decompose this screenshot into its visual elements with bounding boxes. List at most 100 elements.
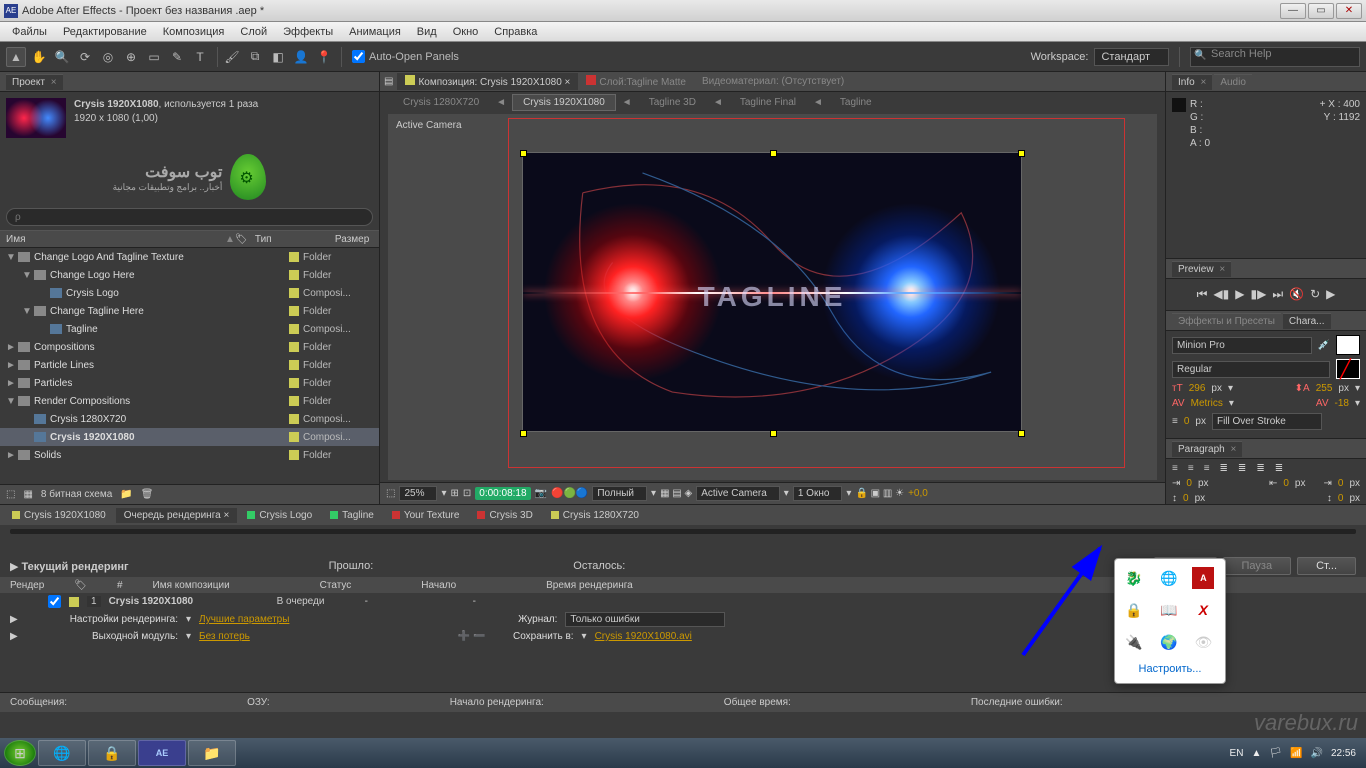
tree-row[interactable]: ▼Change Tagline HereFolder <box>0 302 379 320</box>
camera-tool[interactable]: ◎ <box>98 47 118 67</box>
clock[interactable]: 22:56 <box>1331 748 1356 759</box>
minimize-button[interactable]: — <box>1280 3 1306 19</box>
clone-tool[interactable]: ⧉ <box>245 47 265 67</box>
menu-window[interactable]: Окно <box>445 24 487 40</box>
next-frame-button[interactable]: ▮▶ <box>1250 287 1266 302</box>
tray-icon-4[interactable]: 🔒 <box>1123 599 1145 621</box>
menu-layer[interactable]: Слой <box>232 24 275 40</box>
justify-right-button[interactable]: ≣ <box>1256 463 1264 474</box>
prev-frame-button[interactable]: ◀▮ <box>1213 287 1229 302</box>
tray-icon-1[interactable]: 🐉 <box>1123 567 1145 589</box>
start-button[interactable]: ⊞ <box>4 740 36 766</box>
network-icon[interactable]: 📶 <box>1290 748 1302 759</box>
delete-icon[interactable]: 🗑 <box>141 489 154 500</box>
pause-button[interactable]: Пауза <box>1223 557 1292 575</box>
eraser-tool[interactable]: ◧ <box>268 47 288 67</box>
menu-animation[interactable]: Анимация <box>341 24 409 40</box>
info-tab[interactable]: Info × <box>1172 74 1212 90</box>
configure-link[interactable]: Настроить... <box>1123 663 1217 675</box>
search-help-input[interactable]: Search Help <box>1190 47 1360 67</box>
render-settings-link[interactable]: Лучшие параметры <box>199 614 289 625</box>
justify-center-button[interactable]: ≣ <box>1238 463 1246 474</box>
taskbar-explorer[interactable]: 📁 <box>188 740 236 766</box>
puppet-tool[interactable]: 📍 <box>314 47 334 67</box>
align-right-button[interactable]: ≡ <box>1204 463 1210 474</box>
justify-all-button[interactable]: ≣ <box>1275 463 1283 474</box>
auto-open-panels-checkbox[interactable]: Auto-Open Panels <box>352 50 459 63</box>
action-center-icon[interactable]: 🏳 <box>1269 748 1282 759</box>
rect-tool[interactable]: ▭ <box>144 47 164 67</box>
selection-tool[interactable]: ▲ <box>6 47 26 67</box>
project-tree[interactable]: ▼Change Logo And Tagline TextureFolder▼C… <box>0 248 379 484</box>
crumb-4[interactable]: Tagline <box>829 94 883 111</box>
taskbar-chrome[interactable]: 🌐 <box>38 740 86 766</box>
tree-row[interactable]: ►ParticlesFolder <box>0 374 379 392</box>
ram-preview-button[interactable]: ▶ <box>1326 287 1335 302</box>
tree-row[interactable]: ▼Change Logo And Tagline TextureFolder <box>0 248 379 266</box>
tray-icon-6[interactable]: X <box>1192 599 1214 621</box>
stroke-color[interactable]: ╱ <box>1336 359 1360 379</box>
timeline-tab[interactable]: Crysis 1920X1080 <box>4 508 114 523</box>
tray-icon-7[interactable]: 🔌 <box>1123 631 1145 653</box>
tree-row[interactable]: ►CompositionsFolder <box>0 338 379 356</box>
exposure-value[interactable]: +0,0 <box>908 488 928 499</box>
menu-help[interactable]: Справка <box>486 24 545 40</box>
justify-left-button[interactable]: ≣ <box>1220 463 1228 474</box>
style-select[interactable]: Regular <box>1172 361 1330 378</box>
fill-stroke-select[interactable]: Fill Over Stroke <box>1212 413 1322 430</box>
tree-row[interactable]: ▼Render CompositionsFolder <box>0 392 379 410</box>
start-render-button[interactable]: Ст... <box>1297 557 1356 575</box>
font-select[interactable]: Minion Pro <box>1172 337 1312 354</box>
folder-new-icon[interactable]: 📁 <box>120 489 132 500</box>
pan-behind-tool[interactable]: ⊕ <box>121 47 141 67</box>
composition-viewer[interactable]: Active Camera TAGLINE <box>388 114 1157 480</box>
timeline-tab[interactable]: Tagline <box>322 508 382 523</box>
queue-enable-checkbox[interactable] <box>48 595 61 608</box>
preview-tab[interactable]: Preview × <box>1172 261 1231 277</box>
comp-tab-footage[interactable]: Видеоматериал: (Отсутствует) <box>694 74 852 89</box>
pen-tool[interactable]: ✎ <box>167 47 187 67</box>
tree-row[interactable]: Crysis 1920X1080Composi... <box>0 428 379 446</box>
tracking-input[interactable]: -18 <box>1335 398 1349 409</box>
comp-tab-layer[interactable]: Слой:Tagline Matte <box>578 73 694 90</box>
menu-view[interactable]: Вид <box>409 24 445 40</box>
view-count-select[interactable]: 1 Окно <box>793 486 843 501</box>
crumb-1[interactable]: Crysis 1920X1080 <box>512 94 616 111</box>
snapshot-icon[interactable]: 📷 <box>535 488 547 499</box>
save-to-link[interactable]: Crysis 1920X1080.avi <box>595 631 692 642</box>
kerning-input[interactable]: Metrics <box>1191 398 1223 409</box>
taskbar-aftereffects[interactable]: AE <box>138 740 186 766</box>
comp-tab-main[interactable]: Композиция: Crysis 1920X1080 × <box>397 73 578 90</box>
indent-left-input[interactable]: 0 <box>1186 478 1192 489</box>
systray-popup[interactable]: 🐉 🌐 A 🔒 📖 X 🔌 🌍 👁 Настроить... <box>1114 558 1226 684</box>
project-tab[interactable]: Проект × <box>6 74 63 90</box>
timecode[interactable]: 0:00:08:18 <box>475 487 530 500</box>
close-button[interactable]: ✕ <box>1336 3 1362 19</box>
timeline-tab[interactable]: Crysis 3D <box>469 508 540 523</box>
menu-file[interactable]: Файлы <box>4 24 55 40</box>
character-tab[interactable]: Chara... <box>1283 313 1331 329</box>
tray-icon-9[interactable]: 👁 <box>1192 631 1214 653</box>
tray-expand-button[interactable]: ▲ <box>1251 748 1261 759</box>
output-module-link[interactable]: Без потерь <box>199 631 250 642</box>
eyedropper-icon[interactable]: 💉 <box>1318 340 1330 351</box>
stroke-width-input[interactable]: 0 <box>1184 416 1190 427</box>
fill-color[interactable] <box>1336 335 1360 355</box>
taskbar-app-2[interactable]: 🔒 <box>88 740 136 766</box>
tree-row[interactable]: TaglineComposi... <box>0 320 379 338</box>
hand-tool[interactable]: ✋ <box>29 47 49 67</box>
snap-icon[interactable]: ⬚ <box>386 488 395 499</box>
tray-icon-3[interactable]: A <box>1192 567 1214 589</box>
effects-tab[interactable]: Эффекты и Пресеты <box>1172 313 1281 329</box>
tree-row[interactable]: ▼Change Logo HereFolder <box>0 266 379 284</box>
tray-icon-5[interactable]: 📖 <box>1158 599 1180 621</box>
menu-edit[interactable]: Редактирование <box>55 24 155 40</box>
align-left-button[interactable]: ≡ <box>1172 463 1178 474</box>
timeline-tab[interactable]: Crysis 1280X720 <box>543 508 647 523</box>
tray-icon-8[interactable]: 🌍 <box>1158 631 1180 653</box>
mute-button[interactable]: 🔇 <box>1289 287 1304 302</box>
last-frame-button[interactable]: ⏭ <box>1272 287 1283 302</box>
volume-icon[interactable]: 🔊 <box>1311 748 1323 759</box>
rotate-tool[interactable]: ⟳ <box>75 47 95 67</box>
resolution-select[interactable]: Полный <box>592 486 647 501</box>
